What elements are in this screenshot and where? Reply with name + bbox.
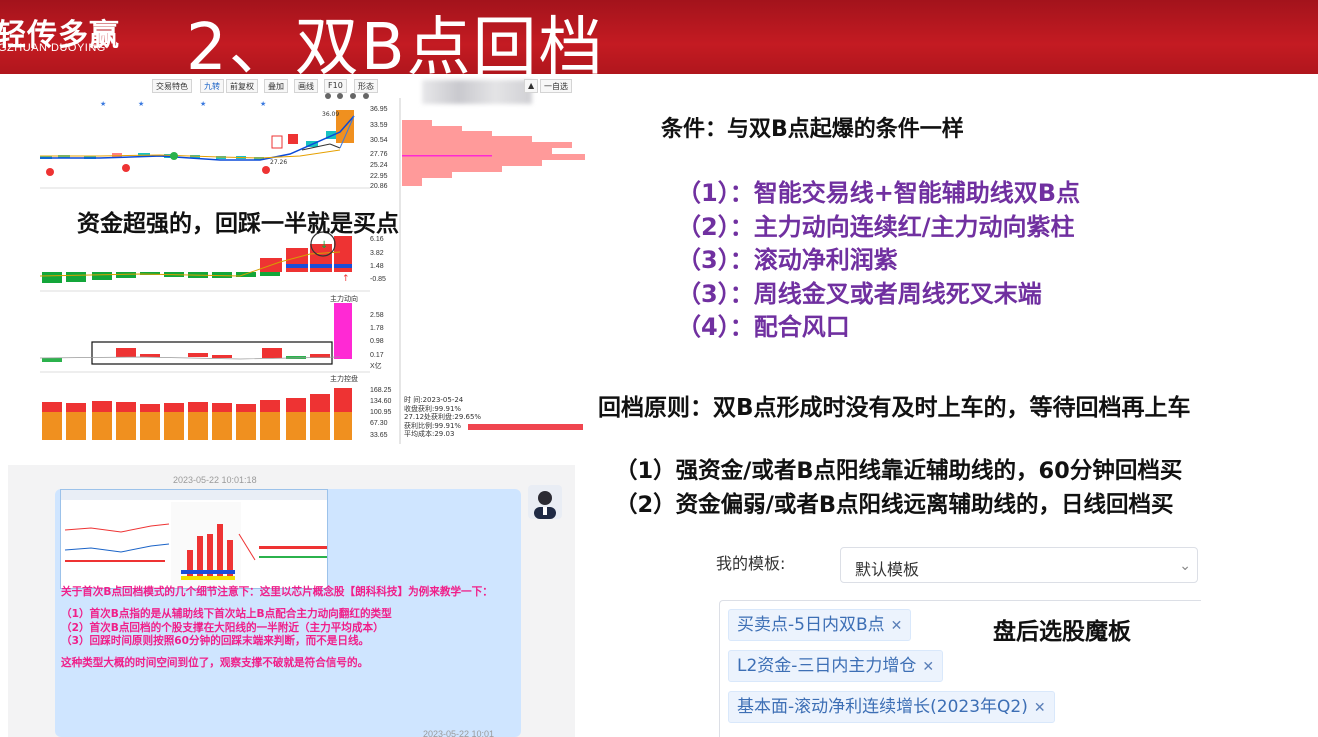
stock-chart-panel: 交易特色 九转 前复权 叠加 画线 F10 形态 ▲ 一自选 ★ ★ ★ ★ 3… — [40, 76, 585, 444]
price-axis-tick: 33.59 — [370, 122, 388, 129]
chat-image[interactable] — [60, 489, 328, 589]
template-caption: 盘后选股魔板 — [993, 619, 1131, 645]
condition-item: （3）：滚动净利润紫 — [677, 246, 898, 274]
svg-text:↑: ↑ — [342, 274, 350, 284]
capital-bars — [42, 236, 352, 283]
control-axis-tick: 67.30 — [370, 420, 388, 427]
slide-title: 2、双B点回档 — [186, 11, 605, 85]
chat-timestamp: 2023-05-22 10:01:18 — [173, 475, 257, 485]
chip-info: 时 间:2023-05-24 收盘获利:99.91% 27.12处获利盘:29.… — [404, 396, 481, 439]
chat-line: （2）首次B点回档的个股支撑在大阳线的一半附近（主力平均成本） — [61, 621, 384, 634]
control-axis-tick: 134.60 — [370, 398, 392, 405]
condition-item: （4）：配合风口 — [677, 313, 850, 341]
chat-line: （3）回踩时间原则按照60分钟的回踩末端来判断，而不是日线。 — [61, 634, 370, 647]
chip-info-line: 平均成本:29.03 — [404, 430, 455, 438]
flow-axis-tick: 0.98 — [370, 338, 384, 345]
chart-callout: 资金超强的，回踩一半就是买点 — [77, 211, 399, 237]
template-select-value: 默认模板 — [855, 560, 920, 579]
svg-text:★: ★ — [260, 100, 266, 108]
template-select[interactable]: 默认模板 ⌄ — [840, 547, 1198, 583]
chat-line: （1）首次B点指的是从辅助线下首次站上B点配合主力动向翻红的类型 — [61, 608, 392, 621]
svg-text:★: ★ — [138, 100, 144, 108]
pullback-principle: 回档原则：双B点形成时没有及时上车的，等待回档再上车 — [598, 395, 1191, 421]
filter-tag: L2资金-三日内主力增仓 ✕ — [728, 650, 944, 682]
chip-distribution — [402, 120, 585, 430]
capital-axis-tick: 3.82 — [370, 250, 384, 257]
chip-info-line: 获利比例:99.91% — [404, 421, 462, 430]
conditions-title: 条件：与双B点起爆的条件一样 — [661, 117, 964, 142]
svg-text:↓: ↓ — [320, 240, 328, 251]
filter-tag: 基本面-滚动净利连续增长(2023年Q2) ✕ — [728, 691, 1055, 723]
flow-panel-label: 主力动向 — [330, 295, 358, 303]
chip-info-line: 时 间:2023-05-24 — [404, 396, 464, 404]
flow-bars — [42, 303, 352, 362]
avatar-image — [534, 491, 556, 519]
chat-screenshot: 2023-05-22 10:01:18 关于首次B点回档模式的几个细节注意下：这… — [8, 465, 575, 737]
rule-item: （2）资金偏弱/或者B点阳线远离辅助线的，日线回档买 — [615, 492, 1174, 518]
price-axis-tick: 22.95 — [370, 173, 388, 180]
avatar[interactable] — [528, 485, 562, 519]
close-icon[interactable]: ✕ — [891, 618, 903, 634]
condition-item: （3）：周线金叉或者周线死叉末端 — [677, 279, 1042, 308]
filter-tag-label: 基本面-滚动净利连续增长(2023年Q2) — [737, 697, 1028, 717]
control-panel-label: 主力控盘 — [330, 375, 358, 383]
chat-line-gap — [61, 599, 511, 608]
price-axis-tick: 20.86 — [370, 183, 388, 190]
chart-controls-icon — [325, 93, 369, 99]
control-bars — [42, 388, 352, 440]
chat-line: 这种类型大概的时间空间到位了，观察支撑不破就是符合信号的。 — [61, 657, 369, 670]
chat-timestamp-bottom: 2023-05-22 10:01 — [423, 729, 495, 737]
chat-line-gap — [61, 648, 511, 657]
filter-tag-label: 买卖点-5日内双B点 — [737, 615, 885, 635]
flow-axis-tick: 2.58 — [370, 312, 384, 319]
control-axis-tick: 100.95 — [370, 409, 392, 416]
price-marker-low: 27.26 — [270, 159, 287, 166]
chat-line: 关于首次B点回档模式的几个细节注意下：这里以芯片概念股【朗科科技】为例来教学一下… — [61, 586, 493, 598]
svg-text:★: ★ — [200, 100, 206, 108]
rule-item: （1）强资金/或者B点阳线靠近辅助线的，60分钟回档买 — [615, 458, 1183, 484]
chip-info-line: 27.12处获利盘:29.65% — [404, 413, 482, 421]
price-axis-tick: 36.95 — [370, 106, 388, 113]
close-icon[interactable]: ✕ — [1034, 700, 1046, 716]
header-banner: 轻传多赢 GZHUAN DUOYING 2、双B点回档 — [0, 0, 1318, 85]
conditions-list: （1）：智能交易线+智能辅助线双B点 （2）：主力动向连续红/主力动向紫柱 （3… — [677, 177, 1080, 345]
price-axis-tick: 27.76 — [370, 151, 388, 158]
candles — [40, 110, 354, 160]
template-label: 我的模板: — [716, 554, 786, 573]
condition-item: （2）：主力动向连续红/主力动向紫柱 — [677, 212, 1075, 241]
condition-item: （1）：智能交易线+智能辅助线双B点 — [677, 179, 1081, 207]
rules-list: （1）强资金/或者B点阳线靠近辅助线的，60分钟回档买 （2）资金偏弱/或者B点… — [615, 454, 1182, 522]
capital-axis-tick: 1.48 — [370, 263, 384, 270]
chat-image-chart — [61, 490, 327, 588]
chat-message: 关于首次B点回档模式的几个细节注意下：这里以芯片概念股【朗科科技】为例来教学一下… — [61, 586, 511, 670]
chart-svg: ★ ★ ★ ★ 36.09 27.26 ↓ ↑ — [40, 93, 585, 444]
slide: 轻传多赢 GZHUAN DUOYING 2、双B点回档 交易特色 九转 前复权 … — [0, 0, 1318, 737]
price-axis-tick: 30.54 — [370, 137, 388, 144]
flow-axis-tick: 0.17 — [370, 352, 384, 359]
filter-tag-label: L2资金-三日内主力增仓 — [737, 656, 917, 676]
price-axis-tick: 25.24 — [370, 162, 388, 169]
flow-axis-unit: X亿 — [370, 363, 382, 370]
close-icon[interactable]: ✕ — [922, 659, 934, 675]
filter-tag: 买卖点-5日内双B点 ✕ — [728, 609, 912, 641]
chip-info-line: 收盘获利:99.91% — [404, 404, 462, 413]
flow-axis-tick: 1.78 — [370, 325, 384, 332]
price-marker-high: 36.09 — [322, 111, 339, 118]
logo-subtext: GZHUAN DUOYING — [0, 42, 106, 54]
control-axis-tick: 33.65 — [370, 432, 388, 439]
capital-axis-tick: -0.85 — [370, 276, 386, 283]
svg-text:★: ★ — [100, 100, 106, 108]
chevron-down-icon: ⌄ — [1179, 558, 1191, 574]
control-axis-tick: 168.25 — [370, 387, 392, 394]
